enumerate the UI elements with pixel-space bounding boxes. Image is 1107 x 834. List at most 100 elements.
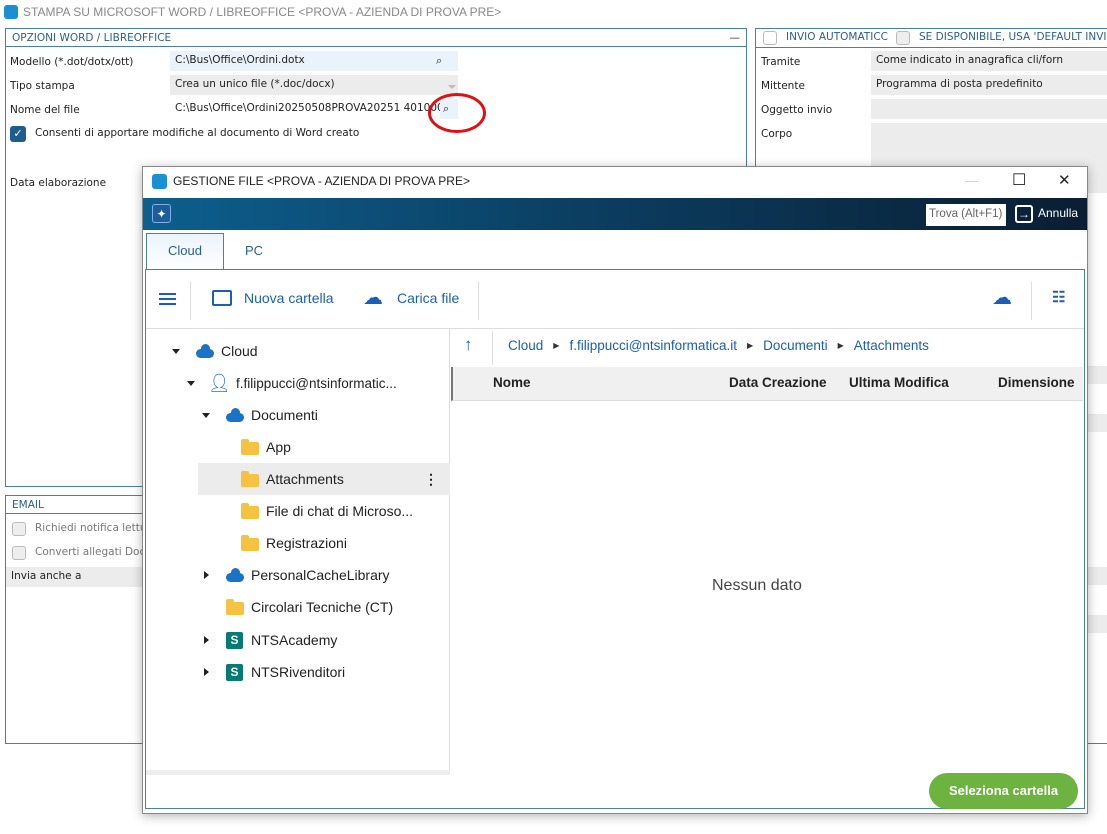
tree-item-ntsacademy[interactable]: S NTSAcademy — [146, 624, 450, 656]
column-ultima-modifica[interactable]: Ultima Modifica — [849, 375, 949, 390]
breadcrumb-item[interactable]: f.filippucci@ntsinformatica.it — [569, 338, 737, 353]
column-dimensione[interactable]: Dimensione — [998, 375, 1075, 390]
folder-tree: Cloud 👤︎ f.filippucci@ntsinformatic... Do… — [146, 329, 450, 772]
tree-item-registrazioni[interactable]: Registrazioni — [146, 527, 450, 559]
invio-automatico-checkbox[interactable] — [763, 31, 777, 45]
tree-item-cloud[interactable]: Cloud — [146, 335, 450, 367]
expanded-icon — [187, 380, 195, 386]
notifica-checkbox[interactable] — [12, 522, 26, 536]
tree-item-attachments[interactable]: Attachments ⋮ — [198, 463, 450, 495]
breadcrumb-item[interactable]: Documenti — [763, 338, 828, 353]
invia-anche-field[interactable]: Invia anche a — [6, 567, 146, 587]
sync-cloud-icon[interactable]: ☁ — [992, 285, 1012, 310]
tree-item-app[interactable]: App — [146, 431, 450, 463]
search-input[interactable]: Trova (Alt+F1) — [926, 204, 1006, 226]
user-icon: 👤︎ — [208, 372, 231, 393]
dialog-app-icon — [152, 174, 167, 189]
cloud-icon — [226, 568, 244, 582]
annulla-button[interactable]: Annulla — [1038, 206, 1078, 220]
folder-icon — [241, 535, 259, 551]
maximize-button[interactable]: ☐ — [1012, 170, 1026, 190]
seleziona-cartella-button[interactable]: Seleziona cartella — [929, 773, 1078, 809]
dialog-title: GESTIONE FILE <PROVA - AZIENDA DI PROVA … — [173, 174, 470, 188]
chevron-down-icon — [448, 85, 456, 89]
tipo-stampa-label: Tipo stampa — [10, 80, 75, 92]
sharepoint-icon: S — [226, 631, 243, 649]
empty-message: Nessun dato — [712, 577, 802, 594]
panel-title: OPZIONI WORD / LIBREOFFICE — [12, 31, 172, 44]
app-icon — [4, 5, 18, 19]
up-arrow-icon[interactable]: ↑ — [464, 335, 473, 355]
tramite-field[interactable]: Come indicato in anagrafica cli/forn — [871, 51, 1107, 71]
data-elaborazione-label: Data elaborazione — [10, 177, 107, 189]
oggetto-label: Oggetto invio — [761, 104, 833, 116]
tramite-label: Tramite — [761, 56, 801, 68]
chevron-right-icon: ▶ — [837, 341, 844, 350]
new-folder-icon — [212, 290, 232, 306]
tree-item-file-chat[interactable]: File di chat di Microso... — [146, 495, 450, 527]
tipo-stampa-select[interactable]: Crea un unico file (*.doc/docx) — [170, 75, 458, 95]
minimize-button[interactable]: — — [965, 173, 978, 188]
notifica-label: Richiedi notifica lettura — [35, 522, 158, 534]
tree-item-ntsrivenditori[interactable]: S NTSRivenditori — [146, 656, 450, 688]
consenti-label: Consenti di apportare modifiche al docum… — [35, 127, 360, 139]
folder-icon — [241, 503, 259, 519]
tree-item-personalcache[interactable]: PersonalCacheLibrary — [146, 559, 450, 591]
tree-item-circolari[interactable]: Circolari Tecniche (CT) — [146, 591, 450, 623]
cloud-icon — [196, 344, 214, 358]
file-manager-dialog: GESTIONE FILE <PROVA - AZIENDA DI PROVA … — [142, 166, 1088, 814]
converti-label: Converti allegati Doc/D — [35, 546, 157, 558]
exit-icon[interactable]: → — [1015, 205, 1033, 223]
nuova-cartella-button[interactable]: Nuova cartella — [244, 290, 334, 306]
converti-checkbox[interactable] — [12, 546, 26, 560]
menu-icon[interactable] — [159, 293, 176, 305]
annotation-circle — [428, 93, 486, 133]
corpo-label: Corpo — [761, 128, 793, 140]
tree-scrollbar[interactable] — [146, 770, 450, 775]
nome-file-label: Nome del file — [10, 104, 80, 116]
divider — [492, 331, 493, 365]
oggetto-field[interactable] — [871, 99, 1107, 119]
nome-file-field[interactable]: C:\Bus\Office\Ordini20250508PROVA20251 4… — [170, 99, 440, 119]
tree-item-account[interactable]: 👤︎ f.filippucci@ntsinformatic... — [146, 367, 450, 399]
folder-icon — [226, 599, 244, 615]
modello-label: Modello (*.dot/dotx/ott) — [10, 56, 134, 68]
breadcrumb-item[interactable]: Cloud — [508, 338, 543, 353]
invio-automatico-label: INVIO AUTOMATICC — [786, 31, 888, 43]
tab-pc[interactable]: PC — [245, 243, 263, 258]
background-field — [1088, 567, 1107, 585]
upload-cloud-icon: ☁ — [363, 287, 383, 309]
breadcrumb: Cloud ▶ f.filippucci@ntsinformatica.it ▶ D… — [508, 338, 929, 353]
sparkle-icon[interactable]: ✦ — [152, 204, 171, 223]
carica-file-button[interactable]: Carica file — [397, 290, 459, 306]
breadcrumb-item[interactable]: Attachments — [854, 338, 929, 353]
collapsed-icon — [204, 668, 209, 676]
consenti-checkbox[interactable]: ✓ — [10, 126, 26, 142]
collapsed-icon — [204, 636, 209, 644]
collapse-button[interactable]: — — [730, 32, 741, 44]
view-list-icon[interactable]: ☷ — [1052, 288, 1065, 306]
divider — [1031, 282, 1032, 320]
search-icon[interactable]: ⌕ — [428, 51, 458, 71]
tab-cloud[interactable]: Cloud — [146, 233, 224, 270]
default-invio-label: SE DISPONIBILE, USA 'DEFAULT INVIO — [919, 31, 1107, 43]
mittente-label: Mittente — [761, 80, 805, 92]
modello-field[interactable]: C:\Bus\Office\Ordini.dotx — [170, 51, 428, 71]
background-field — [1088, 366, 1107, 384]
column-data-creazione[interactable]: Data Creazione — [729, 375, 827, 390]
more-options-icon[interactable]: ⋮ — [424, 471, 438, 488]
default-invio-checkbox[interactable] — [896, 31, 910, 45]
expanded-icon — [172, 348, 180, 354]
column-nome[interactable]: Nome — [493, 375, 531, 390]
window-title: STAMPA SU MICROSOFT WORD / LIBREOFFICE <… — [23, 5, 502, 19]
column-header: Nome Data Creazione Ultima Modifica Dime… — [451, 367, 1083, 401]
divider — [190, 282, 191, 320]
collapsed-icon — [204, 571, 209, 579]
tree-item-documenti[interactable]: Documenti — [146, 399, 450, 431]
close-button[interactable]: ✕ — [1058, 171, 1071, 189]
folder-icon — [241, 471, 259, 487]
mittente-field[interactable]: Programma di posta predefinito — [871, 75, 1107, 95]
expanded-icon — [202, 412, 210, 418]
background-field — [1088, 615, 1107, 633]
chevron-right-icon: ▶ — [746, 341, 754, 350]
